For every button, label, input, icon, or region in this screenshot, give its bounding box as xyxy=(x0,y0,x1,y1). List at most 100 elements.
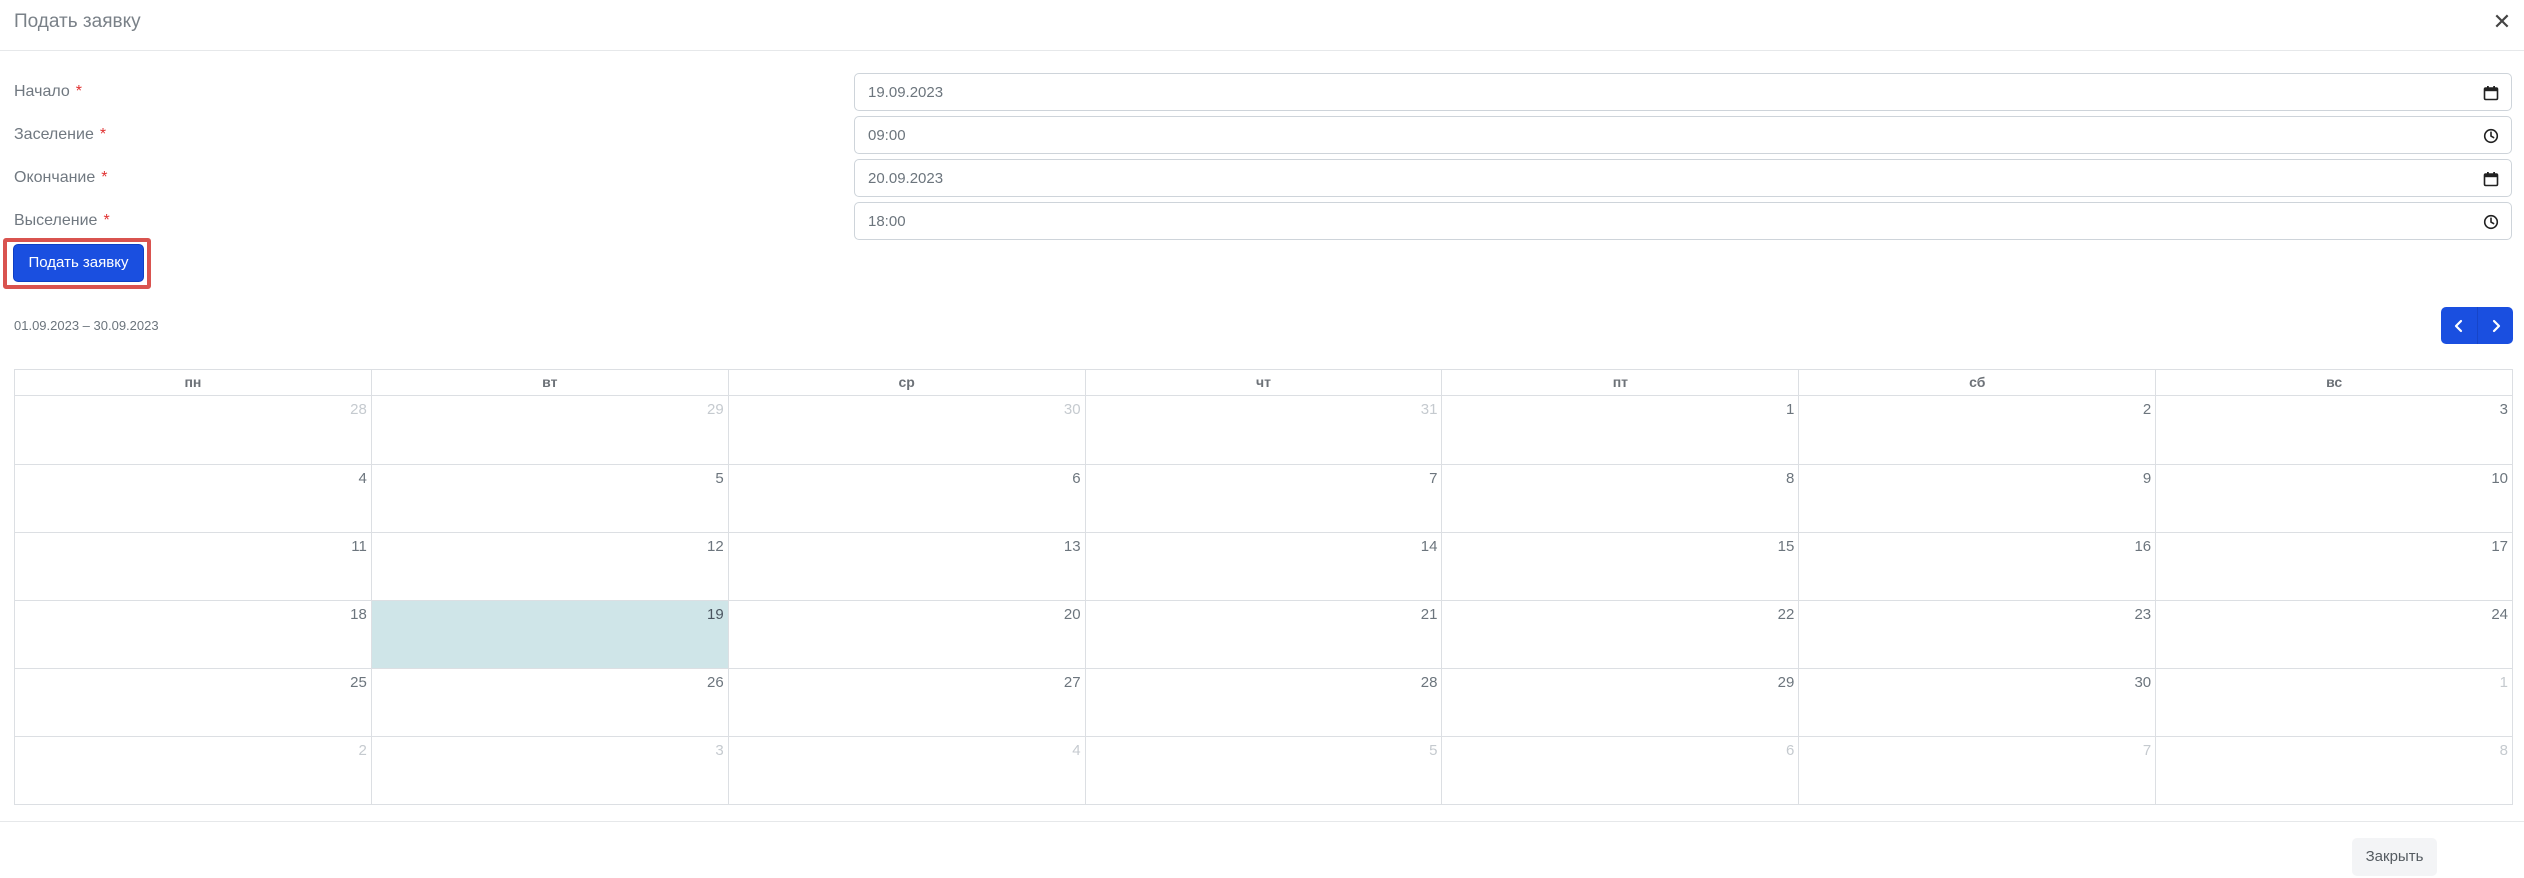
day-number: 25 xyxy=(350,674,367,691)
calendar-week-row: 4 5 6 7 8 9 10 xyxy=(15,464,2512,532)
weekday-header: вс xyxy=(2155,370,2512,395)
calendar-day[interactable]: 16 xyxy=(1798,533,2155,600)
calendar-day[interactable]: 22 xyxy=(1441,601,1798,668)
calendar-icon[interactable] xyxy=(2483,85,2499,101)
calendar-day[interactable]: 4 xyxy=(727,737,1085,804)
calendar-day-today[interactable]: 19 xyxy=(370,601,728,668)
calendar-day[interactable]: 1 xyxy=(1441,396,1798,464)
calendar-week-row: 11 12 13 14 15 16 17 xyxy=(15,532,2512,600)
calendar-day[interactable]: 13 xyxy=(727,533,1085,600)
calendar-day[interactable]: 11 xyxy=(15,533,371,600)
calendar-day[interactable]: 7 xyxy=(1084,465,1442,532)
modal-header: Подать заявку ✕ xyxy=(0,0,2524,51)
day-number: 26 xyxy=(707,674,724,691)
calendar-day[interactable]: 5 xyxy=(370,465,728,532)
calendar-day[interactable]: 1 xyxy=(2155,669,2512,736)
calendar-nav xyxy=(2441,307,2513,344)
day-number: 28 xyxy=(350,401,367,418)
calendar-day[interactable]: 3 xyxy=(370,737,728,804)
calendar-day[interactable]: 15 xyxy=(1441,533,1798,600)
start-date-input[interactable]: 19.09.2023 xyxy=(854,73,2512,111)
weekday-header: вт xyxy=(370,370,728,395)
close-icon[interactable]: ✕ xyxy=(2488,8,2516,36)
required-marker: * xyxy=(75,83,82,100)
calendar-day[interactable]: 14 xyxy=(1084,533,1442,600)
day-number: 7 xyxy=(2142,742,2152,759)
day-number: 20 xyxy=(1063,606,1081,623)
calendar-day[interactable]: 26 xyxy=(370,669,728,736)
calendar-day[interactable]: 12 xyxy=(370,533,728,600)
calendar-day[interactable]: 18 xyxy=(15,601,371,668)
calendar-day[interactable]: 6 xyxy=(1441,737,1798,804)
day-number: 29 xyxy=(1777,674,1795,691)
calendar-day[interactable]: 25 xyxy=(15,669,371,736)
calendar-day[interactable]: 17 xyxy=(2155,533,2512,600)
day-number: 31 xyxy=(1420,401,1438,418)
checkout-time-input[interactable]: 18:00 xyxy=(854,202,2512,240)
day-number: 30 xyxy=(2134,674,2152,691)
submit-request-button[interactable]: Подать заявку xyxy=(13,244,144,282)
month-calendar: пн вт ср чт пт сб вс 28 29 30 31 1 2 3 4 5 6 7 8 9 10 11 12 13… xyxy=(14,369,2513,805)
day-number: 30 xyxy=(1063,401,1081,418)
form-row-end-date: Окончание * 20.09.2023 xyxy=(0,159,2524,197)
footer-divider xyxy=(0,821,2524,822)
prev-month-button[interactable] xyxy=(2441,307,2477,344)
calendar-week-row: 18 19 20 21 22 23 24 xyxy=(15,600,2512,668)
calendar-day[interactable]: 3 xyxy=(2155,396,2512,464)
calendar-day[interactable]: 29 xyxy=(370,396,728,464)
calendar-day[interactable]: 28 xyxy=(1084,669,1442,736)
end-date-input[interactable]: 20.09.2023 xyxy=(854,159,2512,197)
day-number: 29 xyxy=(707,401,724,418)
day-number: 22 xyxy=(1777,606,1795,623)
day-number: 4 xyxy=(358,470,367,487)
checkin-time-input[interactable]: 09:00 xyxy=(854,116,2512,154)
request-modal: Подать заявку ✕ Начало * 19.09.2023 Засел… xyxy=(0,0,2524,878)
calendar-day[interactable]: 2 xyxy=(15,737,371,804)
calendar-day[interactable]: 10 xyxy=(2155,465,2512,532)
calendar-date-range: 01.09.2023 – 30.09.2023 xyxy=(14,318,159,333)
calendar-day[interactable]: 23 xyxy=(1798,601,2155,668)
weekday-header: пн xyxy=(184,374,202,390)
required-marker: * xyxy=(101,169,108,186)
calendar-day[interactable]: 4 xyxy=(15,465,371,532)
close-button[interactable]: Закрыть xyxy=(2352,838,2437,876)
calendar-day[interactable]: 31 xyxy=(1084,396,1442,464)
calendar-day[interactable]: 21 xyxy=(1084,601,1442,668)
calendar-day[interactable]: 2 xyxy=(1798,396,2155,464)
calendar-icon[interactable] xyxy=(2483,171,2499,187)
next-month-button[interactable] xyxy=(2477,307,2513,344)
day-number: 7 xyxy=(1429,470,1438,487)
calendar-weekday-header: пн вт ср чт пт сб вс xyxy=(15,370,2512,396)
day-number: 12 xyxy=(707,538,724,555)
calendar-day[interactable]: 7 xyxy=(1798,737,2155,804)
day-number: 1 xyxy=(2499,674,2509,691)
calendar-day[interactable]: 9 xyxy=(1798,465,2155,532)
calendar-day[interactable]: 30 xyxy=(1798,669,2155,736)
day-number: 2 xyxy=(2142,401,2152,418)
day-number: 3 xyxy=(2499,401,2509,418)
form-row-checkin-time: Заселение * 09:00 xyxy=(0,116,2524,154)
calendar-day[interactable]: 6 xyxy=(727,465,1085,532)
weekday-header: чт xyxy=(1084,370,1442,395)
day-number: 5 xyxy=(1429,742,1438,759)
clock-icon[interactable] xyxy=(2483,128,2499,144)
calendar-day[interactable]: 20 xyxy=(727,601,1085,668)
calendar-day[interactable]: 5 xyxy=(1084,737,1442,804)
day-number: 8 xyxy=(1785,470,1795,487)
calendar-day[interactable]: 8 xyxy=(2155,737,2512,804)
day-number: 10 xyxy=(2491,470,2509,487)
calendar-day[interactable]: 8 xyxy=(1441,465,1798,532)
calendar-day[interactable]: 27 xyxy=(727,669,1085,736)
calendar-day[interactable]: 30 xyxy=(727,396,1085,464)
day-number: 14 xyxy=(1420,538,1438,555)
calendar-day[interactable]: 28 xyxy=(15,396,371,464)
end-date-value: 20.09.2023 xyxy=(868,170,944,187)
clock-icon[interactable] xyxy=(2483,214,2499,230)
checkin-time-value: 09:00 xyxy=(868,127,906,144)
calendar-day[interactable]: 29 xyxy=(1441,669,1798,736)
day-number: 8 xyxy=(2499,742,2509,759)
checkout-time-label: Выселение * xyxy=(14,212,110,229)
start-date-label: Начало * xyxy=(14,83,82,100)
day-number: 1 xyxy=(1785,401,1795,418)
calendar-day[interactable]: 24 xyxy=(2155,601,2512,668)
